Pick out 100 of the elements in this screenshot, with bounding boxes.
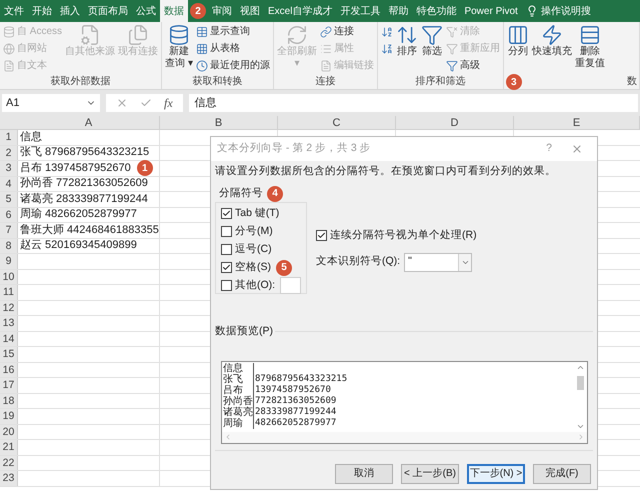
cancel-icon[interactable] [116, 97, 128, 109]
ribbon-button[interactable]: 从表格 [196, 41, 270, 56]
row-header[interactable]: 10 [0, 270, 18, 284]
scroll-thumb[interactable] [577, 376, 584, 390]
ribbon-tab[interactable]: 文件 [0, 0, 28, 22]
checkbox-label[interactable]: 空格(S) [235, 260, 271, 276]
column-header[interactable]: E [514, 116, 640, 129]
scroll-right-icon[interactable] [577, 433, 585, 441]
row-header[interactable]: 20 [0, 424, 18, 439]
row-header[interactable]: 15 [0, 347, 18, 362]
ribbon-button[interactable]: 显示查询 [196, 24, 270, 39]
column-header[interactable]: A [18, 116, 160, 129]
row-header[interactable]: 7 [0, 223, 18, 238]
row-header[interactable]: 5 [0, 192, 18, 206]
sort-icon [396, 24, 418, 46]
row-header[interactable]: 8 [0, 238, 18, 253]
tell-me-search[interactable]: 操作说明搜 [540, 4, 591, 18]
formula-field[interactable]: 信息 [188, 94, 638, 112]
close-icon[interactable] [571, 143, 583, 155]
horizontal-scrollbar[interactable] [222, 432, 587, 442]
ribbon-button[interactable]: 删除 重复值 [574, 22, 606, 75]
ribbon-group-label: 连接 [315, 75, 336, 89]
preview-cell: 482662052879977 [254, 418, 336, 428]
preview-cell: 信息 [222, 362, 254, 374]
checkbox[interactable] [221, 208, 232, 220]
ribbon-button[interactable]: 筛选 [420, 22, 444, 75]
ribbon-button[interactable]: 最近使用的源 [196, 58, 270, 73]
dialog-button[interactable]: 取消 [335, 464, 393, 484]
ribbon-tab[interactable]: 开发工具 [336, 0, 384, 22]
ribbon-button[interactable]: 新建 查询 ▾ [164, 22, 194, 75]
ribbon-tab[interactable]: 插入 [56, 0, 84, 22]
row-header[interactable]: 12 [0, 300, 18, 315]
row-header[interactable]: 3 [0, 161, 18, 176]
link-icon [320, 26, 332, 38]
column-header[interactable]: C [278, 116, 396, 129]
ribbon-button[interactable]: 高级 [446, 58, 500, 73]
row-header[interactable]: 18 [0, 394, 18, 408]
checkbox[interactable] [221, 226, 232, 238]
enter-icon[interactable] [140, 97, 152, 109]
table-cell-text: 吕布 13974587952670 [19, 160, 132, 176]
sort-descending-icon [380, 42, 393, 54]
table-cell-text: 周瑜 482662052879977 [19, 207, 138, 222]
checkbox-label[interactable]: 逗号(C) [235, 242, 272, 258]
dialog-button[interactable]: 下一步(N) > [467, 464, 525, 484]
ribbon-tab[interactable]: 审阅 [208, 0, 236, 22]
checkbox-label[interactable]: Tab 键(T) [235, 206, 280, 222]
checkbox[interactable] [221, 262, 232, 274]
ribbon-tab[interactable]: 数据 [160, 0, 188, 22]
scroll-left-icon[interactable] [224, 433, 232, 441]
row-header[interactable]: 4 [0, 176, 18, 191]
row-header[interactable]: 14 [0, 332, 18, 346]
row-header[interactable]: 17 [0, 378, 18, 392]
ribbon-tab[interactable]: 视图 [236, 0, 264, 22]
row-header[interactable]: 16 [0, 362, 18, 377]
row-header[interactable]: 13 [0, 316, 18, 330]
checkbox-label[interactable]: 其他(O): [235, 278, 276, 294]
ribbon-tab[interactable]: 公式 [132, 0, 160, 22]
ribbon-button[interactable]: 连接 [320, 24, 374, 39]
dropdown-button[interactable] [458, 254, 472, 270]
dialog-button[interactable]: 完成(F) [533, 464, 591, 484]
ribbon-tab[interactable]: 开始 [28, 0, 56, 22]
qualifier-select[interactable]: " [404, 252, 472, 272]
sort-ascending-icon [380, 26, 393, 38]
row-header[interactable]: 6 [0, 208, 18, 222]
ribbon-tab[interactable]: 特色功能 [412, 0, 460, 22]
name-box[interactable]: A1 [2, 94, 100, 112]
lightning-icon [540, 24, 563, 46]
other-delimiter-field[interactable] [280, 277, 301, 294]
ribbon-tab[interactable]: Power Pivot [460, 0, 522, 22]
row-header[interactable]: 21 [0, 440, 18, 454]
row-header[interactable]: 11 [0, 285, 18, 300]
row-header[interactable]: 22 [0, 456, 18, 470]
ribbon-button[interactable]: 排序 [394, 22, 419, 75]
ribbon-button[interactable]: 分列 [506, 22, 530, 75]
checkbox[interactable] [221, 280, 232, 292]
dialog-title: 文本分列向导 - 第 2 步，共 3 步 [217, 141, 372, 156]
checkbox[interactable] [316, 230, 327, 242]
preview-cell: 13974587952670 [254, 384, 331, 396]
insert-function-button[interactable]: fx [164, 94, 173, 112]
row-header[interactable]: 23 [0, 471, 18, 486]
row-header[interactable]: 19 [0, 409, 18, 424]
column-header[interactable]: B [160, 116, 278, 129]
row-header[interactable]: 2 [0, 146, 18, 160]
table-cell-text: 信息 [19, 130, 43, 145]
row-header[interactable]: 9 [0, 254, 18, 268]
ribbon-tab[interactable]: Excel自学成才 [264, 0, 336, 22]
ribbon-group-label: 获取和转换 [192, 75, 242, 89]
checkbox-label[interactable]: 分号(M) [235, 224, 273, 240]
ribbon-tab[interactable]: 帮助 [384, 0, 412, 22]
column-header[interactable]: D [396, 116, 514, 129]
checkbox[interactable] [221, 244, 232, 256]
dialog-button[interactable]: < 上一步(B) [401, 464, 459, 484]
ribbon-tab[interactable]: 页面布局 [84, 0, 132, 22]
filter-icon [446, 42, 458, 54]
preview-label: 数据预览(P) [215, 324, 273, 339]
table-cell-text: 赵云 520169345409899 [19, 238, 138, 254]
table-icon [196, 26, 208, 38]
ribbon-button[interactable]: 快速填充 [530, 22, 573, 75]
row-header[interactable]: 1 [0, 130, 18, 144]
checkbox-label[interactable]: 连续分隔符号视为单个处理(R) [330, 228, 477, 244]
